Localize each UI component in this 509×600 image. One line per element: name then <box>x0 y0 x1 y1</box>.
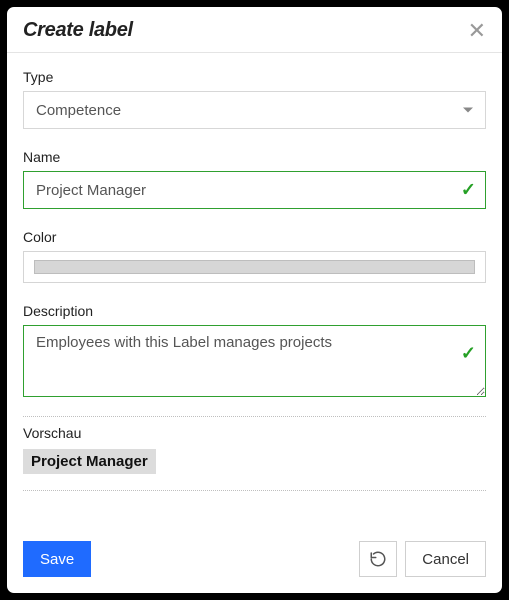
preview-label: Vorschau <box>23 425 486 441</box>
reset-button[interactable] <box>359 541 397 577</box>
description-wrap: ✓ <box>23 325 486 402</box>
type-label: Type <box>23 69 486 85</box>
dialog-body: Type Competence Name ✓ Color Description… <box>7 53 502 529</box>
type-select-value: Competence <box>36 102 121 119</box>
dialog-title: Create label <box>23 19 133 42</box>
close-icon[interactable]: ✕ <box>468 20 486 42</box>
dialog-footer: Save Cancel <box>7 529 502 593</box>
description-textarea[interactable] <box>23 325 486 397</box>
undo-icon <box>369 550 387 568</box>
name-input-wrap: ✓ <box>23 171 486 209</box>
color-label: Color <box>23 229 486 245</box>
create-label-dialog: Create label ✕ Type Competence Name ✓ Co… <box>0 0 509 600</box>
color-picker[interactable] <box>34 260 475 274</box>
save-button[interactable]: Save <box>23 541 91 577</box>
type-select[interactable]: Competence <box>23 91 486 129</box>
dialog-header: Create label ✕ <box>7 7 502 53</box>
chevron-down-icon <box>463 108 473 113</box>
name-input[interactable] <box>23 171 486 209</box>
preview-chip: Project Manager <box>23 449 156 474</box>
color-picker-container <box>23 251 486 283</box>
description-label: Description <box>23 303 486 319</box>
preview-section: Vorschau Project Manager <box>23 417 486 482</box>
separator <box>23 490 486 491</box>
name-label: Name <box>23 149 486 165</box>
cancel-button[interactable]: Cancel <box>405 541 486 577</box>
